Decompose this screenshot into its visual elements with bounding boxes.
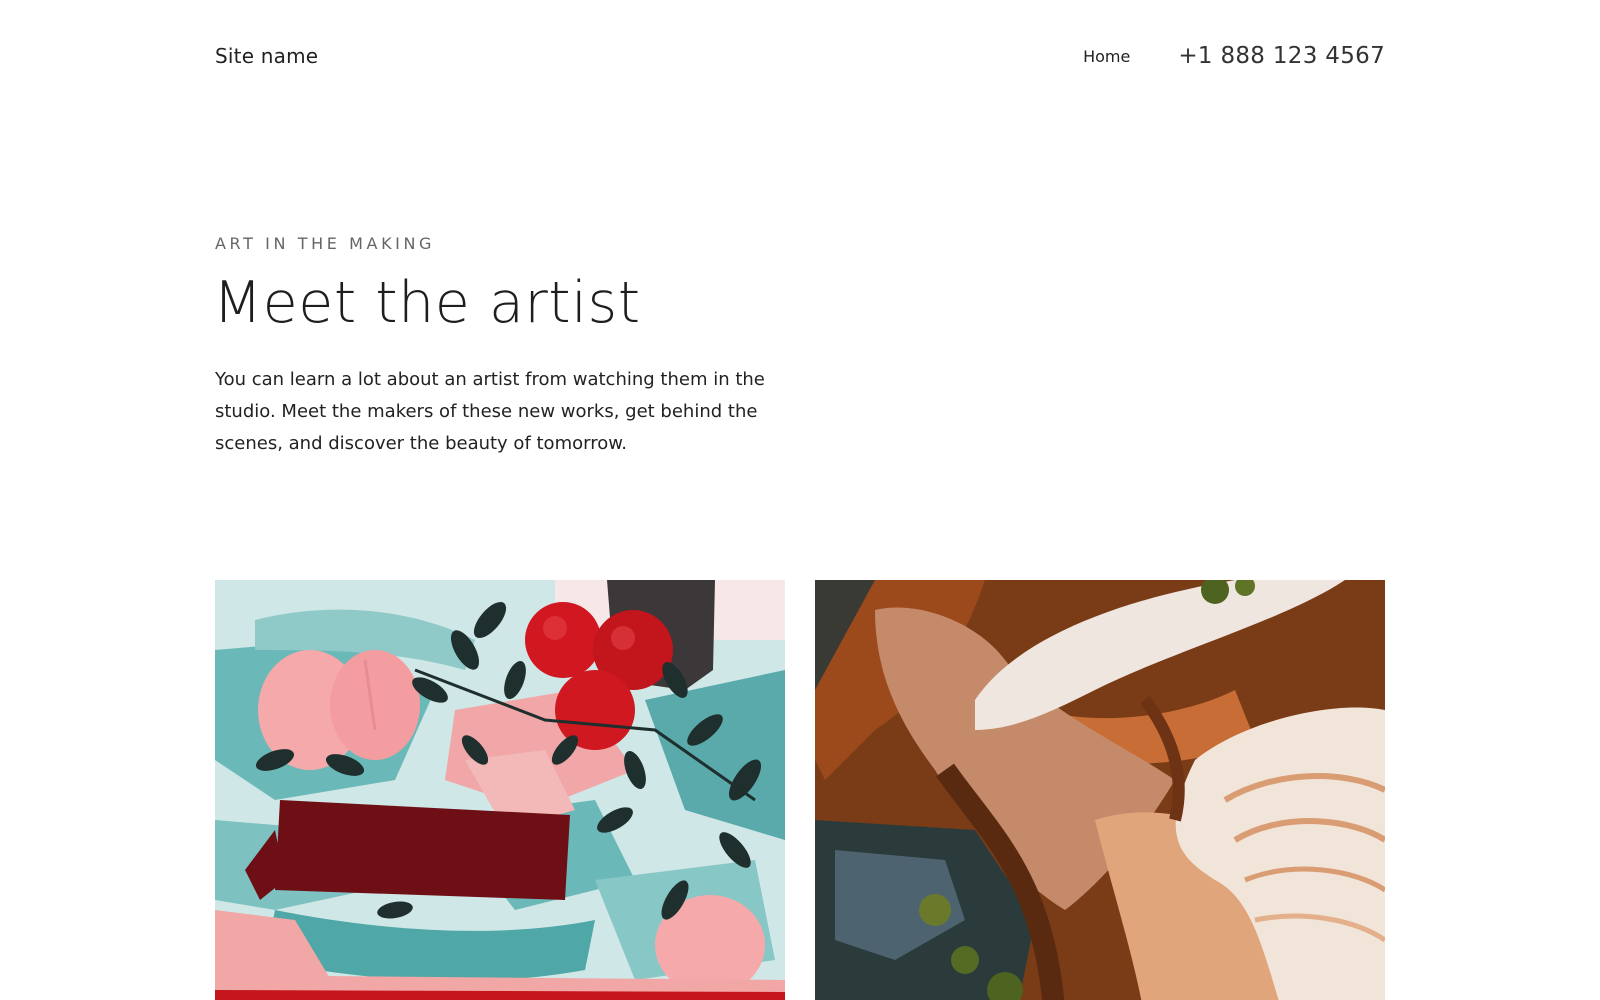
site-name-link[interactable]: Site name [215, 44, 318, 68]
section-eyebrow: ART IN THE MAKING [215, 234, 436, 253]
aerial-landscape-image [815, 580, 1385, 1000]
phone-link[interactable]: +1 888 123 4567 [1178, 43, 1385, 69]
gallery-card-aerial-landscape[interactable] [815, 580, 1385, 1000]
header-nav: Home +1 888 123 4567 [1083, 43, 1385, 69]
nav-home-link[interactable]: Home [1083, 47, 1130, 66]
page: Site name Home +1 888 123 4567 ART IN TH… [0, 0, 1600, 1000]
gallery [215, 580, 1385, 1000]
site-header: Site name Home +1 888 123 4567 [215, 38, 1385, 74]
page-title: Meet the artist [213, 270, 641, 336]
gallery-card-floral-painting[interactable] [215, 580, 785, 1000]
floral-painting-image [215, 580, 785, 1000]
intro-paragraph: You can learn a lot about an artist from… [215, 369, 765, 454]
